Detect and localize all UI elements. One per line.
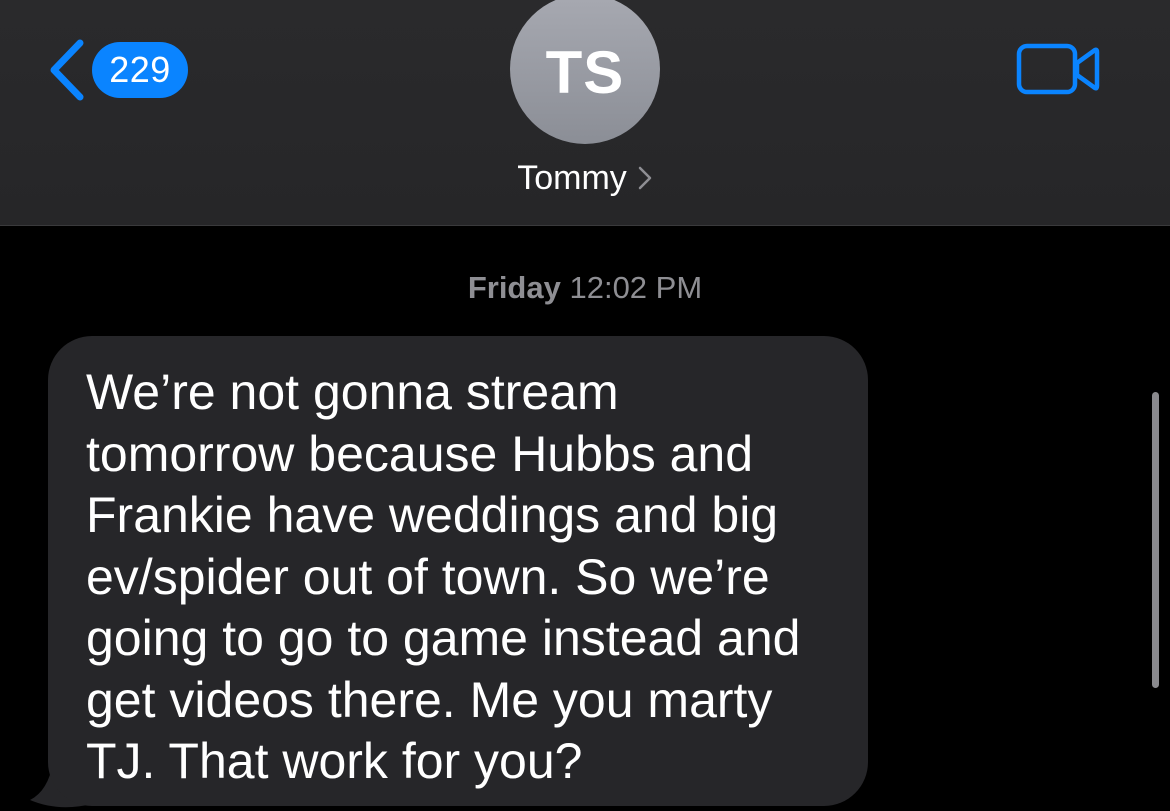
timestamp-day: Friday xyxy=(467,270,561,305)
chevron-left-icon xyxy=(50,39,84,101)
video-camera-icon[interactable] xyxy=(1016,42,1100,96)
conversation-header: 229 TS Tommy xyxy=(0,0,1170,226)
back-button[interactable]: 229 xyxy=(46,38,188,102)
timestamp-time: 12:02 PM xyxy=(569,270,703,305)
message-text: We’re not gonna stream tomorrow because … xyxy=(86,364,801,789)
chevron-right-icon xyxy=(638,166,652,190)
incoming-message-bubble[interactable]: We’re not gonna stream tomorrow because … xyxy=(48,336,868,806)
scrollbar[interactable] xyxy=(1152,392,1159,688)
unread-count-badge: 229 xyxy=(92,42,188,98)
avatar-initials: TS xyxy=(545,38,625,106)
contact-name: Tommy xyxy=(517,159,627,197)
contact-avatar[interactable]: TS xyxy=(510,0,660,144)
message-timestamp: Friday 12:02 PM xyxy=(0,266,1170,310)
header-divider xyxy=(0,225,1170,226)
messages-screen: 229 TS Tommy Friday 12:02 PM We’re not g… xyxy=(0,0,1170,811)
contact-name-button[interactable]: Tommy xyxy=(0,154,1170,202)
